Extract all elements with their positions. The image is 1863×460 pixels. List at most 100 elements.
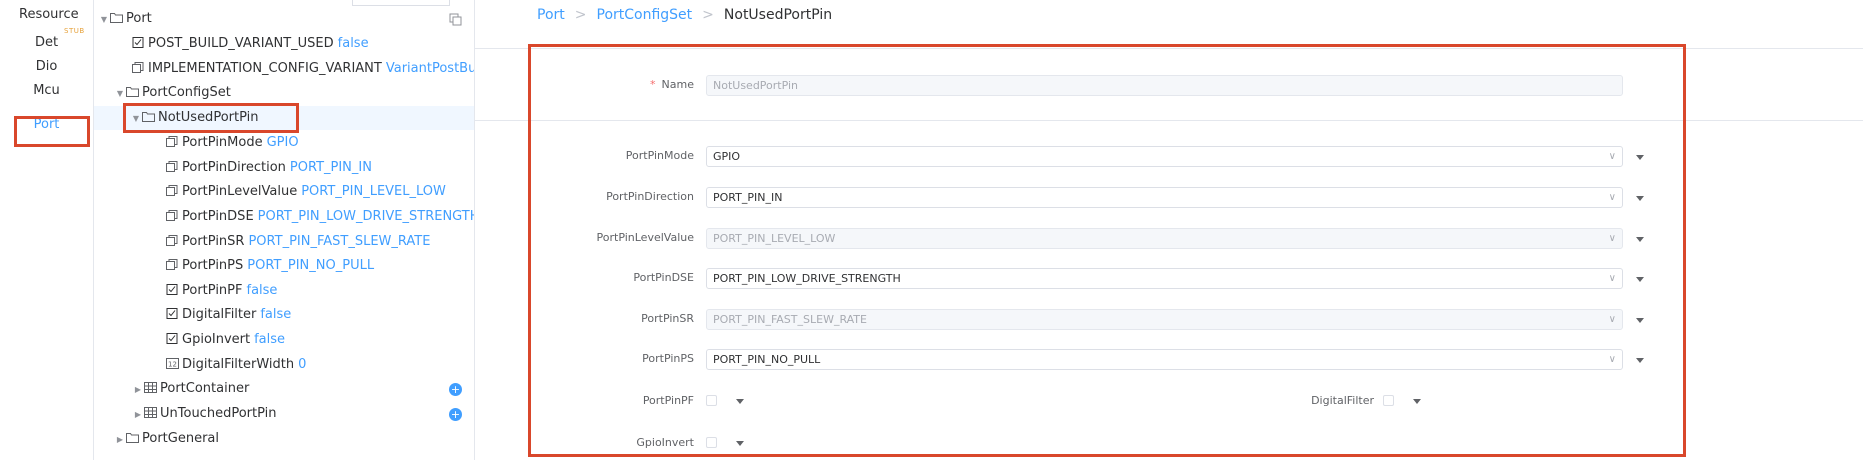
tree-node-value: PORT_PIN_FAST_SLEW_RATE <box>248 234 431 249</box>
dropdown-arrow-icon[interactable] <box>1636 155 1644 160</box>
chevron-down-icon: ∨ <box>1608 192 1616 203</box>
tree-node-label: PortConfigSet <box>142 85 231 100</box>
tree-node-label: GpioInvert <box>182 332 251 347</box>
breadcrumb-separator: > <box>702 7 714 23</box>
copy-icon[interactable] <box>449 13 462 26</box>
tree-node-param[interactable]: PortPinDSE PORT_PIN_LOW_DRIVE_STRENGTH <box>166 205 475 229</box>
tree-node-param[interactable]: PortPinDirection PORT_PIN_IN <box>166 156 372 180</box>
dropdown-arrow-icon[interactable] <box>1636 318 1644 323</box>
tree-node-post-build[interactable]: POST_BUILD_VARIANT_USED false <box>132 32 369 56</box>
module-item-det[interactable]: Det <box>0 35 93 50</box>
portpinsr-select[interactable]: PORT_PIN_FAST_SLEW_RATE ∨ <box>706 309 1623 330</box>
chevron-down-icon[interactable]: ▼ <box>130 107 142 131</box>
tree-node-label: PortPinDirection <box>182 160 286 175</box>
dropdown-arrow-icon[interactable] <box>1636 277 1644 282</box>
select-value: PORT_PIN_NO_PULL <box>713 353 821 366</box>
portpindse-select[interactable]: PORT_PIN_LOW_DRIVE_STRENGTH ∨ <box>706 268 1623 289</box>
dropdown-arrow-icon[interactable] <box>1636 196 1644 201</box>
divider <box>475 120 1863 121</box>
enum-icon <box>166 210 178 221</box>
digitalfilter-checkbox[interactable] <box>1383 395 1394 406</box>
module-item-dio[interactable]: Dio <box>0 59 93 74</box>
chevron-down-icon[interactable]: ▼ <box>114 82 126 106</box>
chevron-down-icon[interactable]: ▼ <box>98 8 110 32</box>
name-label-text: Name <box>661 78 694 91</box>
enum-icon <box>166 235 178 246</box>
breadcrumb-current: NotUsedPortPin <box>723 7 833 23</box>
tree-node-label: Port <box>126 11 152 26</box>
stub-badge: STUB <box>64 27 85 35</box>
portpinps-label: PortPinPS <box>642 352 694 365</box>
select-value: PORT_PIN_IN <box>713 191 783 204</box>
tree-node-param[interactable]: PortPinLevelValue PORT_PIN_LEVEL_LOW <box>166 180 446 204</box>
chevron-down-icon: ∨ <box>1608 314 1616 325</box>
dropdown-arrow-icon[interactable] <box>1413 399 1421 404</box>
add-untouched-port-pin-button[interactable]: + <box>449 408 462 421</box>
gpioinvert-checkbox[interactable] <box>706 437 717 448</box>
gpioinvert-label: GpioInvert <box>636 436 694 449</box>
module-list: Resource STUB Det Dio Mcu Port <box>0 0 94 460</box>
tree-node-not-used-port-pin[interactable]: ▼ NotUsedPortPin <box>94 106 474 130</box>
breadcrumb-port-config-set[interactable]: PortConfigSet <box>597 7 693 23</box>
tree-node-label: PortPinMode <box>182 135 263 150</box>
tree-node-label: PortGeneral <box>142 431 220 446</box>
required-marker: * <box>650 78 656 91</box>
tree-node-value: false <box>260 307 292 322</box>
tree-node-untouched-port-pin[interactable]: ▶ UnTouchedPortPin <box>132 402 277 426</box>
integer-icon: 12 <box>166 358 179 369</box>
tree-node-value: GPIO <box>266 135 299 150</box>
tree-node-port-general[interactable]: ▶ PortGeneral <box>114 427 219 451</box>
dropdown-arrow-icon[interactable] <box>1636 237 1644 242</box>
breadcrumb-port[interactable]: Port <box>537 7 565 23</box>
portpinlevelvalue-label: PortPinLevelValue <box>596 231 694 244</box>
dropdown-arrow-icon[interactable] <box>1636 358 1644 363</box>
dropdown-arrow-icon[interactable] <box>736 399 744 404</box>
tree-node-param[interactable]: PortPinPF false <box>166 279 277 303</box>
tree-node-impl-config[interactable]: IMPLEMENTATION_CONFIG_VARIANT VariantPost… <box>132 57 474 81</box>
tree-node-value: VariantPostBuild <box>385 61 474 76</box>
chevron-right-icon[interactable]: ▶ <box>132 378 144 402</box>
breadcrumb: Port > PortConfigSet > NotUsedPortPin <box>537 7 832 23</box>
module-item-mcu[interactable]: Mcu <box>0 83 93 98</box>
tree-node-value: 0 <box>298 357 307 372</box>
add-port-container-button[interactable]: + <box>449 383 462 396</box>
tree-node-param[interactable]: DigitalFilter false <box>166 303 291 327</box>
dropdown-arrow-icon[interactable] <box>736 441 744 446</box>
folder-icon <box>126 433 139 443</box>
highlight-box-form <box>528 44 1686 457</box>
tree-node-param[interactable]: 12 DigitalFilterWidth 0 <box>166 353 306 377</box>
tree-node-port[interactable]: ▼ Port <box>98 7 152 31</box>
tree-node-port-config-set[interactable]: ▼ PortConfigSet <box>114 81 231 105</box>
chevron-right-icon[interactable]: ▶ <box>114 428 126 452</box>
tree-node-label: PortContainer <box>160 381 250 396</box>
tree-node-param[interactable]: PortPinPS PORT_PIN_NO_PULL <box>166 254 374 278</box>
tree-node-param[interactable]: GpioInvert false <box>166 328 285 352</box>
tree-node-label: PortPinSR <box>182 234 245 249</box>
portpinpf-checkbox[interactable] <box>706 395 717 406</box>
module-item-port[interactable]: Port <box>0 117 93 132</box>
tree-node-value: PORT_PIN_LEVEL_LOW <box>301 184 446 199</box>
enum-icon <box>166 259 178 270</box>
select-value: GPIO <box>713 150 741 163</box>
chevron-right-icon[interactable]: ▶ <box>132 403 144 427</box>
tree-node-label: UnTouchedPortPin <box>160 406 277 421</box>
tree-toolbar <box>352 0 450 6</box>
tree-node-value: false <box>254 332 286 347</box>
enum-icon <box>132 62 144 73</box>
tree-node-param[interactable]: PortPinSR PORT_PIN_FAST_SLEW_RATE <box>166 230 430 254</box>
portpindirection-select[interactable]: PORT_PIN_IN ∨ <box>706 187 1623 208</box>
tree-node-port-container[interactable]: ▶ PortContainer <box>132 377 249 401</box>
portpinmode-select[interactable]: GPIO ∨ <box>706 146 1623 167</box>
tree-node-param[interactable]: PortPinMode GPIO <box>166 131 299 155</box>
tree-node-label: PortPinDSE <box>182 209 254 224</box>
chevron-down-icon: ∨ <box>1608 151 1616 162</box>
tree-node-label: PortPinLevelValue <box>182 184 298 199</box>
name-input[interactable]: NotUsedPortPin <box>706 75 1623 96</box>
portpinlevelvalue-select[interactable]: PORT_PIN_LEVEL_LOW ∨ <box>706 228 1623 249</box>
tree-node-value: PORT_PIN_LOW_DRIVE_STRENGTH <box>257 209 475 224</box>
portpinps-select[interactable]: PORT_PIN_NO_PULL ∨ <box>706 349 1623 370</box>
tree-node-label: DigitalFilter <box>182 307 257 322</box>
tree-node-value: false <box>337 36 369 51</box>
table-icon <box>144 382 157 393</box>
tree-node-label: IMPLEMENTATION_CONFIG_VARIANT <box>148 61 382 76</box>
